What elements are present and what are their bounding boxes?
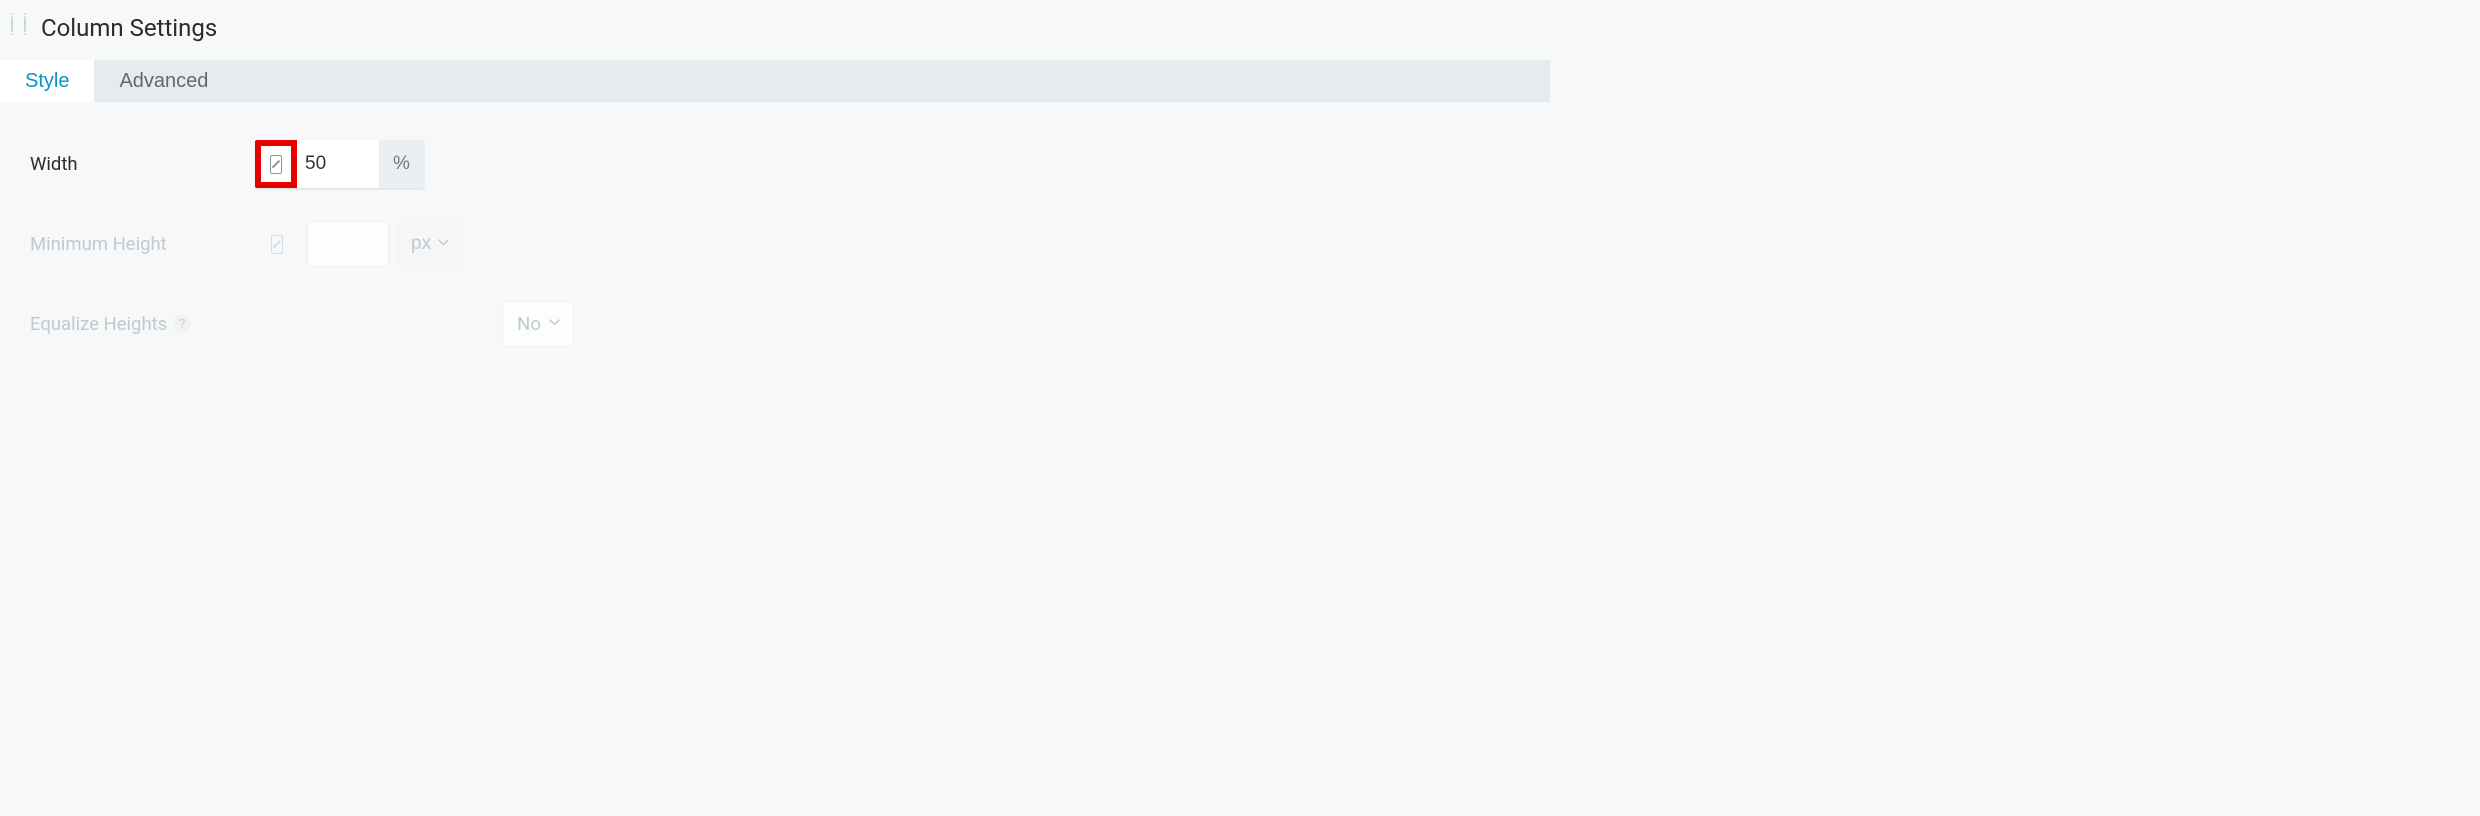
width-input[interactable] <box>297 140 379 188</box>
column-settings-panel: ⋮⋮⋮⋮⋮⋮⋮⋮⋮⋮ Column Settings Style Advance… <box>0 0 1550 407</box>
tabs: Style Advanced <box>0 60 1550 102</box>
width-input-group: % <box>255 140 424 188</box>
chevron-down-icon <box>549 319 559 329</box>
help-icon[interactable]: ? <box>173 315 191 333</box>
tab-style[interactable]: Style <box>0 60 94 102</box>
panel-header: ⋮⋮⋮⋮⋮⋮⋮⋮⋮⋮ Column Settings <box>0 0 1550 60</box>
tab-advanced[interactable]: Advanced <box>94 60 233 102</box>
equalize-select[interactable]: No <box>502 301 574 347</box>
min-height-responsive-toggle[interactable] <box>255 220 299 268</box>
phone-icon <box>271 235 283 254</box>
field-equalize: No <box>502 301 574 347</box>
min-height-unit-button[interactable]: px <box>397 221 462 267</box>
panel-title: Column Settings <box>41 14 217 42</box>
row-equalize: Equalize Heights ? No <box>30 297 1520 351</box>
field-min-height: px <box>255 220 462 268</box>
drag-handle-icon[interactable]: ⋮⋮⋮⋮⋮⋮⋮⋮⋮⋮ <box>6 16 32 41</box>
row-width: Width % <box>30 137 1520 191</box>
label-equalize: Equalize Heights ? <box>30 313 255 335</box>
label-width: Width <box>30 153 255 175</box>
phone-icon <box>270 155 282 174</box>
width-unit-button[interactable]: % <box>379 140 424 188</box>
min-height-unit-label: px <box>411 233 431 255</box>
label-min-height: Minimum Height <box>30 233 255 255</box>
label-equalize-text: Equalize Heights <box>30 313 167 335</box>
panel-body: Width % Minimum Height <box>0 102 1550 407</box>
responsive-toggle-button[interactable] <box>255 140 297 188</box>
chevron-down-icon <box>438 239 448 249</box>
equalize-value: No <box>517 313 541 335</box>
field-width: % <box>255 140 424 188</box>
width-unit-label: % <box>393 153 410 175</box>
min-height-input[interactable] <box>307 221 389 267</box>
row-min-height: Minimum Height px <box>30 217 1520 271</box>
